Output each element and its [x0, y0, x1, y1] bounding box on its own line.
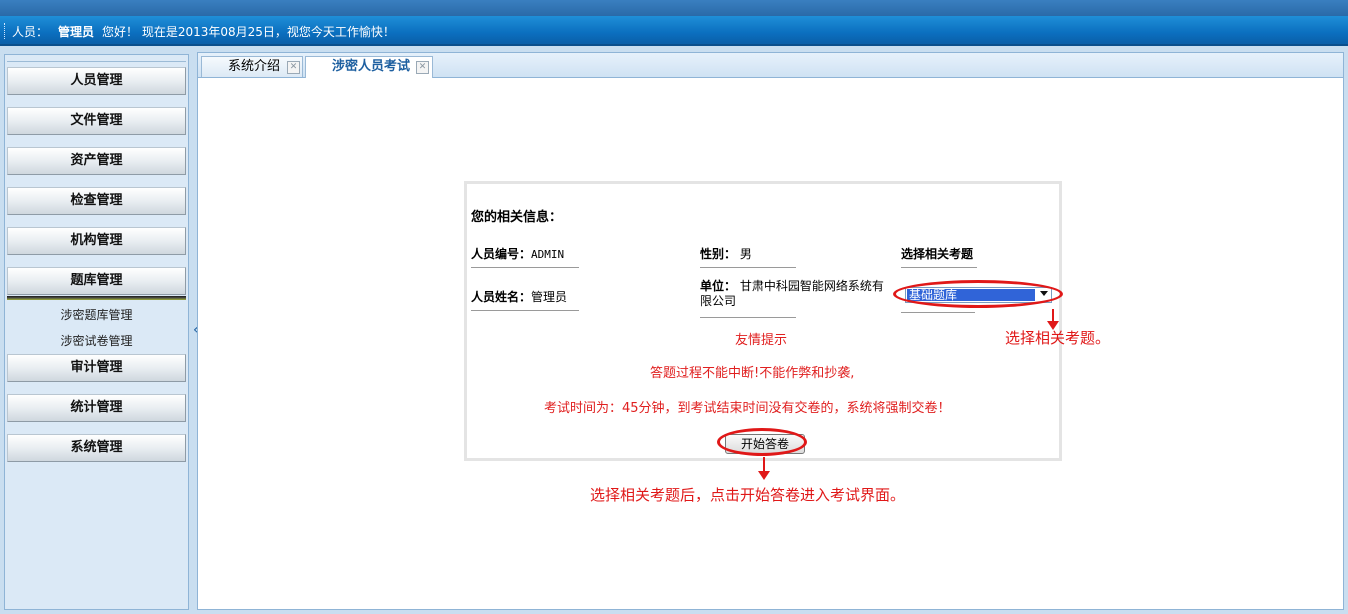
person-id-label: 人员编号： — [471, 247, 532, 261]
underline — [471, 310, 579, 311]
info-heading: 您的相关信息： — [471, 210, 563, 225]
submenu-classified-exam-paper[interactable]: 涉密试卷管理 — [7, 332, 186, 349]
menu-system[interactable]: 系统管理 — [7, 434, 186, 462]
close-icon[interactable]: ✕ — [416, 61, 429, 74]
menu-documents[interactable]: 文件管理 — [7, 107, 186, 135]
start-annotation-text: 选择相关考题后，点击开始答卷进入考试界面。 — [590, 486, 906, 504]
underline — [901, 267, 977, 268]
menu-personnel[interactable]: 人员管理 — [7, 67, 186, 95]
gender-label: 性别： — [700, 247, 737, 261]
menu-active-separator — [7, 296, 186, 300]
main-content: 系统介绍 ✕ 涉密人员考试 ✕ 您的相关信息： 人员编号：ADMIN 人员姓名：… — [197, 52, 1344, 610]
grip-handle — [4, 23, 7, 39]
menu-assets[interactable]: 资产管理 — [7, 147, 186, 175]
user-label: 人员： — [12, 25, 49, 39]
menu-organization[interactable]: 机构管理 — [7, 227, 186, 255]
sidebar-divider — [7, 61, 186, 62]
start-highlight-ellipse — [717, 428, 807, 456]
unit: 单位： 甘肃中科园智能网络系统有 限公司 — [700, 279, 884, 309]
underline — [471, 267, 579, 268]
gender: 性别： 男 — [700, 245, 752, 262]
user-role: 管理员 — [58, 25, 95, 39]
person-name-label: 人员姓名： — [471, 290, 532, 304]
underline — [901, 312, 975, 313]
underline — [700, 267, 796, 268]
select-highlight-ellipse — [893, 280, 1063, 308]
header-bar: 人员： 管理员 您好！ 现在是2013年08月25日，视您今天工作愉快！ — [0, 16, 1348, 46]
underline — [700, 317, 796, 318]
window-top-strip — [0, 0, 1348, 16]
tip-line-1: 答题过程不能中断!不能作弊和抄袭, — [650, 366, 855, 381]
menu-inspection[interactable]: 检查管理 — [7, 187, 186, 215]
tab-classified-exam[interactable]: 涉密人员考试 ✕ — [305, 56, 433, 78]
menu-question-bank[interactable]: 题库管理 — [7, 267, 186, 295]
tab-system-intro[interactable]: 系统介绍 ✕ — [201, 56, 303, 77]
select-exam-heading: 选择相关考题 — [901, 247, 974, 261]
annotation-arrow-head — [758, 471, 770, 480]
select-annotation-text: 选择相关考题。 — [1005, 329, 1111, 347]
person-id: 人员编号：ADMIN — [471, 245, 564, 262]
tip-line-2: 考试时间为：45分钟，到考试结束时间没有交卷的，系统将强制交卷！ — [544, 401, 951, 416]
header-status: 人员： 管理员 您好！ 现在是2013年08月25日，视您今天工作愉快！ — [12, 23, 395, 40]
tab-label: 涉密人员考试 — [332, 59, 411, 74]
greeting-text: 您好！ 现在是2013年08月25日，视您今天工作愉快！ — [102, 25, 395, 39]
close-icon[interactable]: ✕ — [287, 61, 300, 74]
tip-title: 友情提示 — [735, 333, 788, 348]
tab-strip: 系统介绍 ✕ 涉密人员考试 ✕ — [198, 53, 1343, 78]
exam-info-panel: 您的相关信息： 人员编号：ADMIN 人员姓名：管理员 性别： 男 单位： 甘肃… — [464, 181, 1062, 461]
tab-label: 系统介绍 — [228, 59, 281, 74]
sidebar: 人员管理 文件管理 资产管理 检查管理 机构管理 题库管理 涉密题库管理 涉密试… — [4, 54, 189, 610]
person-id-value: ADMIN — [531, 248, 565, 261]
unit-label: 单位： — [700, 279, 737, 293]
unit-value-line2: 限公司 — [700, 294, 737, 308]
unit-value-line1: 甘肃中科园智能网络系统有 — [739, 279, 884, 293]
menu-audit[interactable]: 审计管理 — [7, 354, 186, 382]
menu-statistics[interactable]: 统计管理 — [7, 394, 186, 422]
person-name: 人员姓名：管理员 — [471, 288, 567, 305]
person-name-value: 管理员 — [531, 290, 568, 304]
gender-value: 男 — [739, 247, 752, 261]
submenu-classified-question-bank[interactable]: 涉密题库管理 — [7, 306, 186, 323]
